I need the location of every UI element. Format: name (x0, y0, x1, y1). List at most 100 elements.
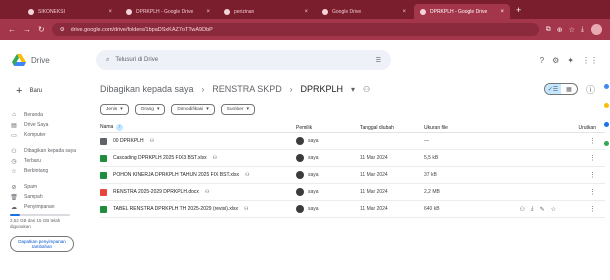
browser-tab[interactable]: Google Drive × (316, 4, 412, 19)
chevron-down-icon[interactable]: ▾ (351, 85, 355, 94)
owner-name: saya (308, 189, 319, 195)
more-actions-icon[interactable]: ⋮ (556, 188, 596, 196)
address-bar[interactable]: ⚙ drive.google.com/drive/folders/1bpaDSx… (51, 23, 539, 36)
column-owner[interactable]: Pemilik (296, 125, 360, 131)
bookmark-star-icon[interactable]: ☆ (569, 26, 575, 34)
sheet-file-icon (100, 154, 107, 162)
filter-chip[interactable]: Orang ▾ (134, 104, 166, 115)
contacts-icon[interactable] (603, 141, 609, 146)
recent-icon: ◷ (11, 158, 17, 165)
sidebar-item[interactable]: ⊘ Spam (10, 182, 96, 192)
browser-tab[interactable]: DPRKPLH - Google Drive × (120, 4, 216, 19)
grid-view-icon[interactable]: ▦ (561, 84, 577, 94)
storage-text: 2,52 GB dari 15 GB telah digunakan (10, 218, 61, 229)
back-icon[interactable]: ← (8, 25, 16, 34)
close-icon[interactable]: × (402, 9, 406, 15)
trash-icon: 🗑 (10, 194, 18, 201)
search-bar[interactable]: ⌕ Telusuri di Drive ☰ (96, 50, 391, 70)
shared-icon: ⚇ (212, 155, 218, 161)
breadcrumb-item-renstra[interactable]: RENSTRA SKPD (212, 84, 282, 94)
sidebar-item[interactable]: ⚇ Dibagikan kepada saya (10, 146, 96, 156)
share-icon[interactable]: ⚇ (520, 206, 525, 213)
spam-icon: ⊘ (11, 184, 17, 191)
new-tab-icon[interactable]: + (516, 5, 521, 15)
column-name[interactable]: Nama ↑ (100, 124, 296, 131)
column-size[interactable]: Ukuran file (424, 125, 496, 131)
breadcrumb-item-current[interactable]: DPRKPLH (300, 84, 343, 94)
edit-icon[interactable]: ✎ (540, 206, 545, 213)
sidebar-item[interactable]: ▤ Drive Saya (10, 120, 96, 130)
browser-extensions: ⧉ ⊕ ☆ ⤓ (546, 26, 584, 34)
buy-storage-button[interactable]: Dapatkan penyimpanan tambahan (10, 236, 74, 252)
browser-toolbar: ← → ↻ ⚙ drive.google.com/drive/folders/1… (0, 19, 610, 40)
calendar-icon[interactable] (603, 84, 609, 89)
column-name-label: Nama (100, 124, 114, 130)
breadcrumb: Dibagikan kepada saya › RENSTRA SKPD › D… (100, 80, 605, 98)
column-sort[interactable]: Urutkan (556, 125, 596, 131)
new-button[interactable]: + Baru (10, 80, 62, 102)
details-icon[interactable]: ⓘ (586, 83, 595, 96)
sort-arrow-icon[interactable]: ↑ (116, 124, 124, 131)
close-icon[interactable]: × (304, 9, 308, 15)
sidebar-item-label: Berbintang (24, 168, 49, 174)
zoom-icon[interactable]: ⊕ (557, 26, 563, 34)
breadcrumb-item-shared[interactable]: Dibagikan kepada saya (100, 84, 194, 94)
file-size: 37 kB (424, 172, 437, 178)
sidebar-item-label: Drive Saya (24, 122, 49, 128)
settings-icon[interactable]: ⚙ (552, 56, 559, 65)
sidebar-item[interactable]: ⌂ Beranda (10, 110, 96, 120)
list-view-icon[interactable]: ✓☰ (544, 84, 561, 94)
table-row[interactable]: RENSTRA 2025-2029 DPRKPLH.docx ⚇ saya 11 Ma… (100, 184, 605, 201)
reload-icon[interactable]: ↻ (38, 25, 45, 34)
table-row[interactable]: TABEL RENSTRA DPRKPLH TH 2025-2029 (revi… (100, 201, 605, 218)
search-icon[interactable]: ⌕ (106, 57, 109, 64)
drive-logo[interactable]: Drive (0, 54, 96, 66)
more-actions-icon[interactable]: ⋮ (556, 205, 596, 213)
table-row[interactable]: Cascading DPRKPLH 2025 FIX3 BST.xlsx ⚇ say… (100, 150, 605, 167)
browser-tab[interactable]: DPRKPLH - Google Drive × (414, 4, 510, 19)
sidebar-item[interactable]: ▭ Komputer (10, 130, 96, 140)
filter-chip[interactable]: Sumber ▾ (220, 104, 255, 115)
forward-icon[interactable]: → (23, 25, 31, 34)
close-icon[interactable]: × (108, 9, 112, 15)
browser-tab[interactable]: perizinan × (218, 4, 314, 19)
sidebar-item-label: Dibagikan kepada saya (24, 148, 76, 154)
table-row[interactable]: POHON KINERJA DPRKPLH TAHUN 2025 FIX BST… (100, 167, 605, 184)
chevron-down-icon: ▾ (156, 107, 160, 112)
computers-icon: ▭ (11, 132, 17, 139)
apps-grid-icon[interactable]: ⋮⋮ (582, 56, 598, 65)
search-input[interactable]: Telusuri di Drive (115, 57, 158, 63)
download-icon[interactable]: ⤓ (581, 26, 584, 34)
file-size: 5,5 kB (424, 155, 439, 161)
table-row[interactable]: 00 DPRKPLH ⚇ saya — ⋮ (100, 133, 605, 150)
sidebar-item-label: Sampah (24, 194, 43, 200)
sidebar-item[interactable]: ☁ Penyimpanan (10, 202, 96, 212)
more-actions-icon[interactable]: ⋮ (556, 154, 596, 162)
share-icon[interactable]: ⧉ (546, 26, 551, 34)
browser-profile-avatar[interactable] (591, 24, 602, 35)
people-icon[interactable]: ⚇ (363, 85, 370, 94)
tab-favicon-icon (322, 8, 328, 15)
help-icon[interactable]: ? (540, 56, 544, 65)
chevron-right-icon: › (201, 84, 205, 94)
gemini-icon[interactable]: ✦ (567, 56, 574, 65)
tasks-icon[interactable] (603, 122, 609, 127)
sidebar-item[interactable]: ☆ Berbintang (10, 166, 96, 176)
cloud-icon: ☁ (11, 204, 17, 211)
filter-chip[interactable]: Jenis ▾ (100, 104, 129, 115)
owner-avatar (296, 137, 304, 145)
sheet-file-icon (100, 171, 107, 179)
site-info-icon[interactable]: ⚙ (60, 27, 65, 33)
column-modified[interactable]: Tanggal diubah (360, 125, 424, 131)
download-icon[interactable]: ⤓ (531, 206, 534, 213)
more-actions-icon[interactable]: ⋮ (556, 171, 596, 179)
sidebar-item[interactable]: ◷ Terbaru (10, 156, 96, 166)
search-options-icon[interactable]: ☰ (376, 57, 381, 64)
close-icon[interactable]: × (500, 9, 504, 15)
more-actions-icon[interactable]: ⋮ (556, 137, 596, 145)
filter-chip[interactable]: Dimodifikasi ▾ (171, 104, 215, 115)
keep-icon[interactable] (603, 103, 609, 108)
browser-tab[interactable]: SIKONEKSI × (22, 4, 118, 19)
close-icon[interactable]: × (206, 9, 210, 15)
sidebar-item[interactable]: 🗑 Sampah (10, 192, 96, 202)
